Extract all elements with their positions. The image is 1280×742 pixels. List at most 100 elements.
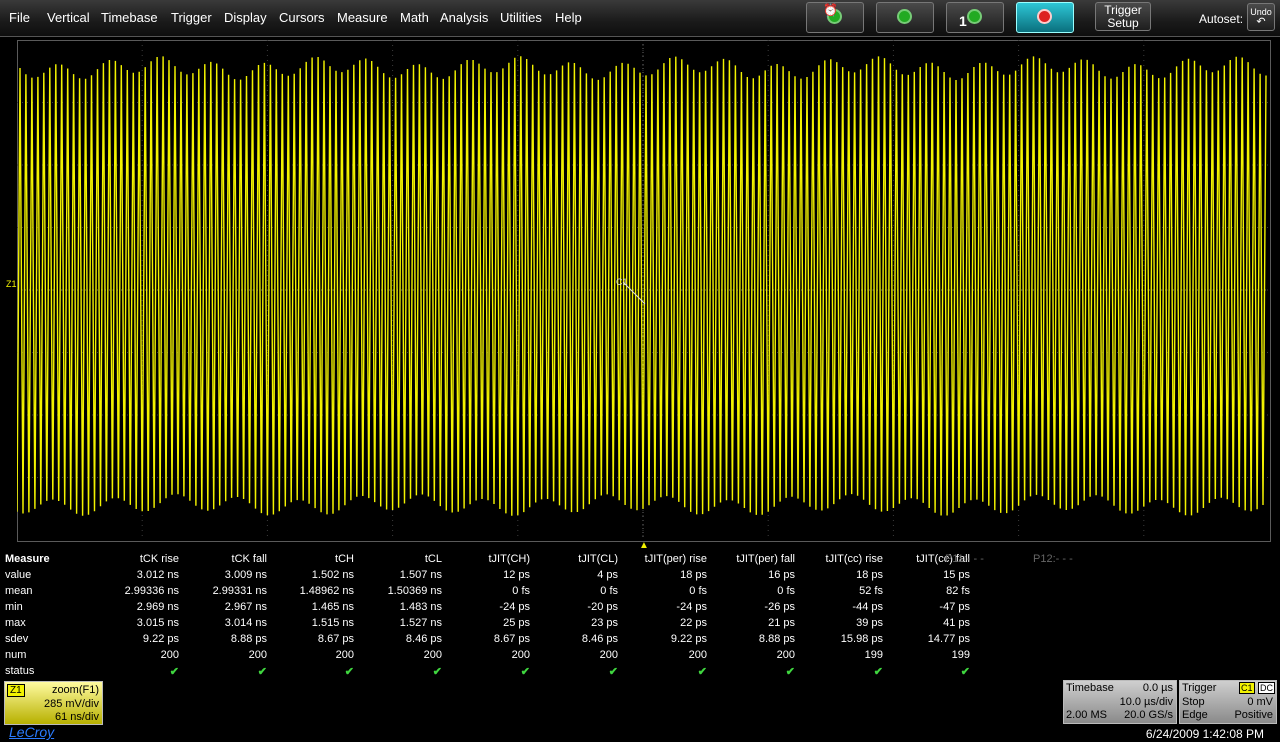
measure-column-header[interactable]: tJIT(CH) <box>440 553 530 565</box>
timebase-descriptor[interactable]: Timebase 0.0 µs 10.0 µs/div 2.00 MS 20.0… <box>1063 680 1177 724</box>
menu-measure[interactable]: Measure <box>337 10 388 25</box>
measure-value: 0 fs <box>600 585 618 597</box>
measure-row-label: mean <box>5 585 33 597</box>
timebase-tdiv: 10.0 µs/div <box>1119 696 1173 708</box>
waveform-trace <box>17 56 1267 516</box>
measure-value: 0 fs <box>689 585 707 597</box>
measure-value: 22 ps <box>680 617 707 629</box>
zoom-name: zoom(F1) <box>51 684 99 696</box>
measure-row-label: max <box>5 617 26 629</box>
measure-row-label: value <box>5 569 32 581</box>
measure-value: 18 ps <box>680 569 707 581</box>
menu-cursors[interactable]: Cursors <box>279 10 325 25</box>
measure-column-header[interactable]: P11:- - - <box>945 553 1035 565</box>
status-check-icon: ✔ <box>697 666 707 678</box>
measure-value: 2.99336 ns <box>124 585 179 597</box>
trigger-type: Edge <box>1182 709 1208 721</box>
status-check-icon: ✔ <box>608 666 618 678</box>
measure-column-header[interactable]: tCH <box>264 553 354 565</box>
stop-trigger-button[interactable] <box>1016 2 1074 33</box>
status-check-icon: ✔ <box>520 666 530 678</box>
measure-value: 8.67 ps <box>317 633 354 645</box>
menu-utilities[interactable]: Utilities <box>500 10 542 25</box>
measure-column-header[interactable]: tJIT(per) rise <box>617 553 707 565</box>
trigger-level: 0 mV <box>1247 696 1273 708</box>
trigger-position-marker[interactable]: ▲ <box>639 540 649 551</box>
measure-value: 8.46 ps <box>405 633 442 645</box>
measure-value: 23 ps <box>591 617 618 629</box>
trigger-status-icon <box>967 9 982 24</box>
trigger-descriptor[interactable]: Trigger C1 DC Stop 0 mV Edge Positive <box>1179 680 1277 724</box>
measure-value: 3.015 ns <box>136 617 179 629</box>
measure-value: 199 <box>951 649 970 661</box>
measure-value: -24 ps <box>499 601 530 613</box>
measure-value: 15 ps <box>943 569 970 581</box>
trace-label-z1[interactable]: Z1 <box>6 279 17 289</box>
menu-math[interactable]: Math <box>400 10 429 25</box>
date-time: 6/24/2009 1:42:08 PM <box>1145 727 1264 741</box>
single-badge: 1 <box>959 13 967 29</box>
measure-value: 3.009 ns <box>224 569 267 581</box>
timebase-label: Timebase <box>1066 682 1114 694</box>
measure-value: 200 <box>423 649 442 661</box>
status-check-icon: ✔ <box>960 666 970 678</box>
status-check-icon: ✔ <box>169 666 179 678</box>
measure-value: 200 <box>160 649 179 661</box>
autoset-label[interactable]: Autoset: <box>1199 12 1243 26</box>
measure-column-header[interactable]: tJIT(CL) <box>528 553 618 565</box>
measure-value: 12 ps <box>503 569 530 581</box>
trigger-channel: C1 <box>1239 682 1255 694</box>
measure-value: 8.46 ps <box>581 633 618 645</box>
measure-value: 41 ps <box>943 617 970 629</box>
measure-column-header[interactable]: P12:- - - <box>1033 553 1123 565</box>
menu-help[interactable]: Help <box>555 10 582 25</box>
measure-column-header[interactable]: tCK fall <box>177 553 267 565</box>
measure-value: 200 <box>511 649 530 661</box>
status-check-icon: ✔ <box>873 666 883 678</box>
trigger-coupling: DC <box>1258 682 1275 694</box>
status-check-icon: ✔ <box>257 666 267 678</box>
measure-row-label: status <box>5 665 35 677</box>
measure-value: 25 ps <box>503 617 530 629</box>
trigger-slope: Positive <box>1234 709 1273 721</box>
trigger-label: Trigger <box>1182 682 1217 694</box>
measure-value: 1.483 ns <box>399 601 442 613</box>
measure-value: 52 fs <box>859 585 883 597</box>
trigger-setup-button[interactable]: Trigger Setup <box>1095 2 1151 31</box>
trigger-mode: Stop <box>1182 696 1205 708</box>
measure-value: 21 ps <box>768 617 795 629</box>
waveform-display <box>17 40 1269 540</box>
menu-display[interactable]: Display <box>224 10 267 25</box>
menu-timebase[interactable]: Timebase <box>101 10 158 25</box>
auto-trigger-button[interactable]: ⏰ <box>806 2 864 33</box>
menu-trigger[interactable]: Trigger <box>171 10 212 25</box>
measure-value: 15.98 ps <box>840 633 883 645</box>
measure-value: 2.99331 ns <box>212 585 267 597</box>
measure-value: 1.527 ns <box>399 617 442 629</box>
measure-column-header[interactable]: tCL <box>352 553 442 565</box>
status-check-icon: ✔ <box>432 666 442 678</box>
measure-value: 200 <box>335 649 354 661</box>
status-check-icon: ✔ <box>344 666 354 678</box>
measure-column-header[interactable]: tCK rise <box>89 553 179 565</box>
measure-value: 8.88 ps <box>230 633 267 645</box>
measure-value: 1.502 ns <box>311 569 354 581</box>
trace-marker-c1: C1 <box>616 277 628 287</box>
measure-value: 4 ps <box>597 569 618 581</box>
timebase-samples: 2.00 MS <box>1066 709 1107 721</box>
undo-button[interactable]: Undo ↶ <box>1247 3 1275 31</box>
measure-column-header[interactable]: tJIT(cc) rise <box>793 553 883 565</box>
measure-column-header[interactable]: tJIT(per) fall <box>705 553 795 565</box>
single-trigger-button[interactable]: 1 <box>946 2 1004 33</box>
menu-analysis[interactable]: Analysis <box>440 10 488 25</box>
menu-file[interactable]: File <box>9 10 30 25</box>
normal-trigger-button[interactable] <box>876 2 934 33</box>
zoom-descriptor[interactable]: Z1 zoom(F1) 285 mV/div 61 ns/div <box>4 681 103 725</box>
measure-value: 200 <box>248 649 267 661</box>
measure-value: 8.67 ps <box>493 633 530 645</box>
stop-icon <box>1037 9 1052 24</box>
menu-vertical[interactable]: Vertical <box>47 10 90 25</box>
measure-value: 3.012 ns <box>136 569 179 581</box>
measure-value: 9.22 ps <box>142 633 179 645</box>
measure-value: 14.77 ps <box>927 633 970 645</box>
